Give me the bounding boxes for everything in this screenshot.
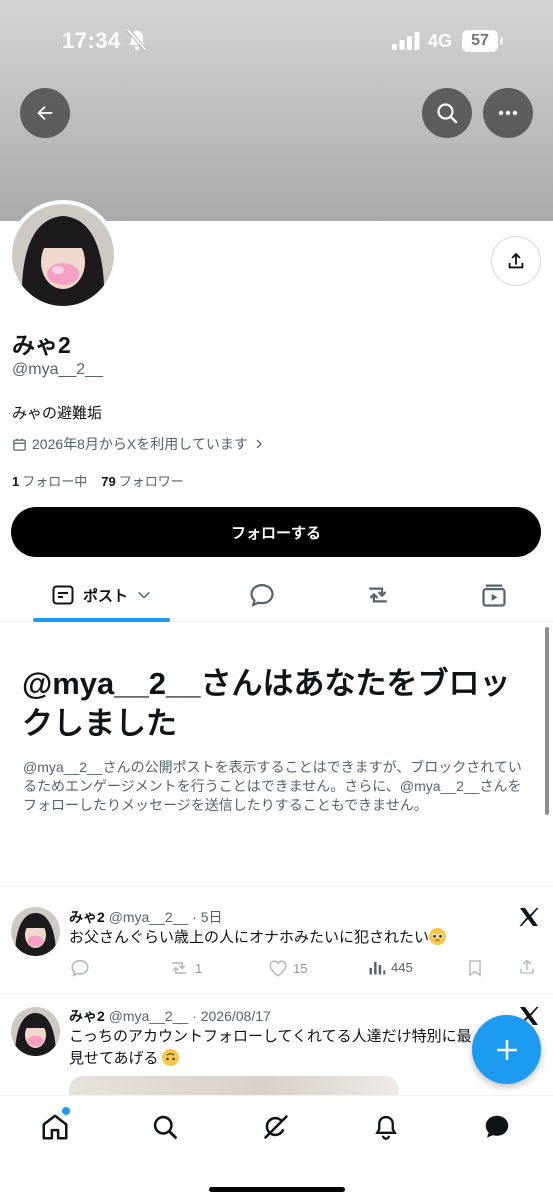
home-indicator (209, 1187, 345, 1192)
nav-notifications[interactable] (369, 1110, 403, 1144)
upside-down-face-emoji (161, 1049, 179, 1066)
tweet-meta: @mya__2__ · 2026/08/17 (108, 1008, 271, 1024)
blocked-description: @mya__2__さんの公開ポストを表示することはできますが、ブロックされている… (23, 759, 522, 813)
bookmark-button[interactable] (465, 957, 485, 979)
tweet-avatar[interactable] (11, 907, 60, 956)
replies-icon (250, 583, 274, 607)
chat-icon (485, 1115, 509, 1138)
plus-icon (496, 1039, 517, 1060)
battery-tip (500, 37, 503, 45)
back-button[interactable] (20, 88, 70, 138)
status-bar: 17:34 4G 57 (0, 0, 553, 80)
compose-button[interactable] (472, 1015, 541, 1084)
network-type: 4G (428, 31, 453, 51)
bell-icon (375, 1115, 397, 1140)
profile-tabs: ポスト (0, 568, 553, 622)
scrollbar[interactable] (545, 627, 549, 815)
share-icon (520, 959, 534, 974)
status-time: 17:34 (62, 28, 121, 53)
bell-off-icon (126, 28, 148, 52)
follow-button[interactable]: フォローする (11, 507, 541, 557)
tab-posts-label: ポスト (82, 587, 128, 605)
home-icon (42, 1114, 68, 1140)
media-icon (482, 584, 506, 607)
view-count: 445 (391, 959, 413, 975)
reply-icon (71, 959, 89, 977)
tweet-header: みゃ2 @mya__2__ · 5日 (69, 907, 223, 927)
following-link[interactable]: 1 フォロー中 (12, 471, 87, 490)
tab-posts[interactable]: ポスト (33, 568, 170, 622)
profile-avatar[interactable] (8, 200, 118, 310)
tweet-text-content: お父さんぐらい歳上の人にオナホみたいに犯されたい (69, 929, 430, 946)
tab-media[interactable] (469, 568, 519, 622)
battery-icon: 57 (462, 30, 498, 52)
notification-dot (62, 1107, 70, 1115)
follow-stats: 1 フォロー中 79 フォロワー (12, 471, 184, 490)
tweet[interactable]: みゃ2 @mya__2__ · 5日 お父さんぐらい歳上の人にオナホみたいに犯さ… (0, 887, 553, 993)
views-icon (369, 962, 386, 975)
calendar-icon (13, 438, 26, 451)
posts-icon (52, 585, 74, 605)
profile-handle: @mya__2__ (12, 361, 103, 378)
tab-reposts[interactable] (353, 568, 403, 622)
nav-messages[interactable] (480, 1110, 514, 1144)
repost-button[interactable]: 1 (167, 957, 202, 979)
search-icon (437, 103, 458, 124)
more-button[interactable] (483, 88, 533, 138)
like-count: 15 (293, 960, 308, 976)
tab-replies[interactable] (237, 568, 287, 622)
tweet-author-name[interactable]: みゃ2 (69, 909, 105, 925)
arrow-left-icon (37, 105, 53, 121)
joined-date[interactable]: 2026年8月からXを利用しています (12, 434, 265, 454)
share-tweet-button[interactable] (517, 957, 537, 977)
tweet-text: お父さんぐらい歳上の人にオナホみたいに犯されたい (69, 927, 539, 949)
tab-active-indicator (33, 618, 170, 622)
x-logo-icon (519, 908, 539, 926)
nav-grok[interactable] (259, 1110, 293, 1144)
followers-link[interactable]: 79 フォロワー (101, 471, 183, 490)
bottom-navigation (0, 1095, 553, 1200)
nav-home[interactable] (38, 1110, 72, 1144)
views-button[interactable]: 445 (367, 957, 413, 977)
signal-icon (392, 32, 420, 50)
repost-icon (172, 962, 186, 974)
repost-count: 1 (195, 960, 203, 976)
bookmark-icon (469, 960, 481, 977)
joined-text: 2026年8月からXを利用しています (32, 436, 248, 452)
profile-display-name: みゃ2 (12, 332, 71, 358)
tweet-meta: @mya__2__ · 5日 (108, 909, 223, 925)
share-icon (508, 252, 524, 269)
tweet-header: みゃ2 @mya__2__ · 2026/08/17 (69, 1006, 271, 1026)
chevron-right-icon (256, 439, 262, 449)
tweet-avatar[interactable] (11, 1007, 60, 1056)
reply-button[interactable] (69, 957, 95, 979)
tweet-text-line: 見せてあげる (69, 1048, 479, 1070)
grok-icon (264, 1115, 288, 1139)
chevron-down-icon (138, 591, 150, 599)
tweet-author-name[interactable]: みゃ2 (69, 1008, 105, 1024)
share-button[interactable] (491, 236, 541, 286)
search-icon (153, 1115, 177, 1139)
profile-bio: みゃの避難垢 (12, 405, 103, 422)
nav-search[interactable] (148, 1110, 182, 1144)
search-button[interactable] (422, 88, 472, 138)
tweet-actions: 1 15 445 (69, 957, 539, 981)
more-horizontal-icon (498, 110, 518, 116)
pleading-face-emoji (429, 928, 447, 945)
avatar-image (12, 204, 114, 306)
reposts-icon (369, 587, 387, 603)
heart-icon (269, 960, 287, 977)
tweet-text-line: こっちのアカウントフォローしてくれてる人達だけ特別に最 (69, 1028, 472, 1045)
tweet-text: こっちのアカウントフォローしてくれてる人達だけ特別に最 見せてあげる (69, 1026, 479, 1070)
blocked-title: @mya__2__さんはあなたをブロックしました (22, 666, 511, 741)
like-button[interactable]: 15 (267, 957, 307, 979)
